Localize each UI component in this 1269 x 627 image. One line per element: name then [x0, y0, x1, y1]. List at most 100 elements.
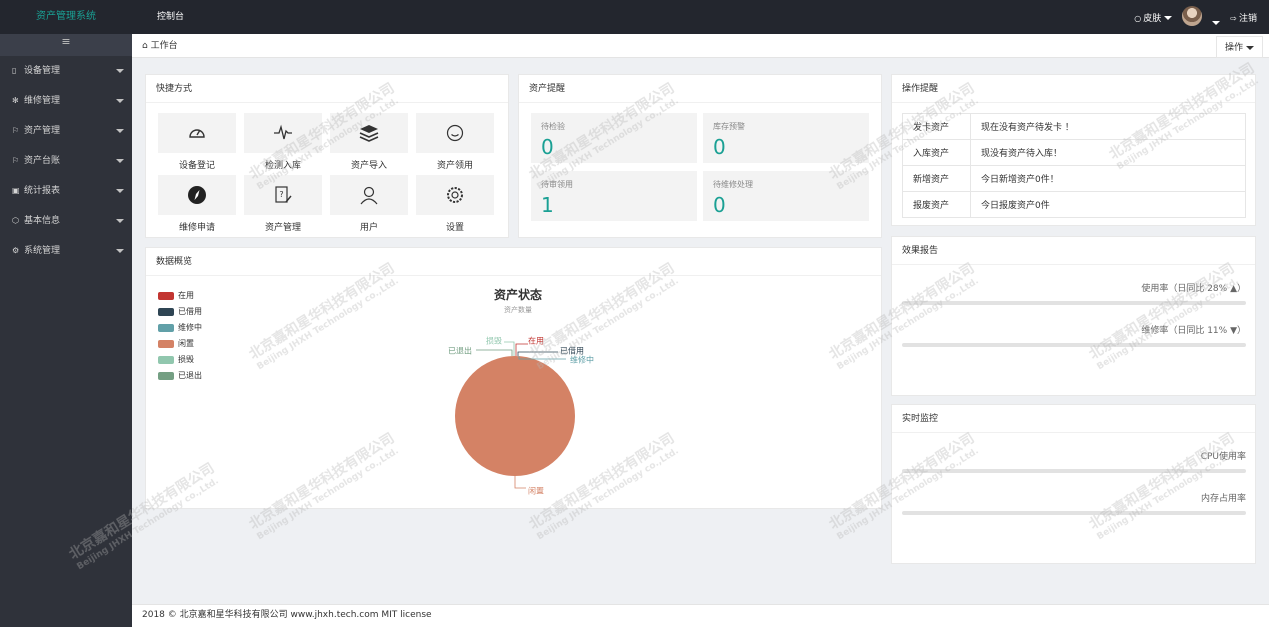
quick-label: 资产导入 — [350, 161, 387, 171]
row-key: 入库资产 — [902, 139, 971, 166]
top-bar: 资产管理系统 控制台 ○ 皮肤 ⇨ 注销 — [0, 0, 1269, 34]
repair-rate: 维修率（日同比 11% ▼） — [902, 323, 1246, 347]
chevron-down-icon — [116, 189, 124, 193]
table-row: 发卡资产 现在没有资产待发卡 ！ — [902, 113, 1246, 140]
quick-item-user[interactable]: 用户 — [330, 175, 410, 235]
operations-table: 发卡资产 现在没有资产待发卡 ！ 入库资产 现没有资产待入库！ 新增资产 今日新增资产… — [902, 113, 1246, 218]
usage-label: 使用率（日同比 28% ▲） — [1141, 284, 1246, 294]
label-leader-line — [476, 349, 513, 356]
chevron-down-icon — [116, 99, 124, 103]
quick-label: 资产领用 — [436, 161, 473, 171]
device-icon: ▯ — [12, 66, 17, 75]
row-key: 发卡资产 — [902, 113, 971, 140]
quick-box — [416, 113, 494, 153]
quick-item-import[interactable]: 资产导入 — [330, 113, 410, 173]
reminder-value: 0 — [713, 135, 726, 159]
label-leader-line — [504, 341, 515, 356]
tab-label: 工作台 — [150, 41, 178, 51]
sidebar-item-asset[interactable]: ⚐ 资产管理 — [0, 116, 132, 146]
flag-icon: ⚐ — [12, 126, 20, 135]
quick-box — [416, 175, 494, 215]
row-value: 现没有资产待入库！ — [970, 139, 1246, 166]
table-row: 新增资产 今日新增资产0件！ — [902, 165, 1246, 192]
sidebar-item-repair[interactable]: ✻ 维修管理 — [0, 86, 132, 116]
usage-bar — [902, 301, 1246, 305]
sidebar-item-info[interactable]: ⬡ 基本信息 — [0, 206, 132, 236]
quick-box — [330, 175, 408, 215]
skin-menu[interactable]: ○ 皮肤 — [1134, 11, 1173, 24]
footer: 2018 © 北京嘉和星华科技有限公司 www.jhxh.tech.com MI… — [132, 604, 1269, 627]
overview-panel: 数据概览 在用 已借用 维修中 闲置 损毁 已退出 资产状态 资产数量 在用 已借用 维修中损… — [145, 247, 882, 509]
reminder-pending-repair[interactable]: 待维修处理 0 — [703, 171, 869, 221]
settings-icon: ⚙ — [12, 246, 20, 255]
chevron-down-icon — [1164, 16, 1173, 20]
smile-icon — [446, 124, 464, 142]
sidebar-item-device[interactable]: ▯ 设备管理 — [0, 56, 132, 86]
info-icon: ⬡ — [12, 216, 19, 225]
reminder-stock-warning[interactable]: 库存预警 0 — [703, 113, 869, 163]
quick-item-settings[interactable]: 设置 — [416, 175, 496, 235]
data-label: 闲置 — [528, 487, 544, 496]
chevron-down-icon — [116, 129, 124, 133]
reminder-pending-inspect[interactable]: 待检验 0 — [531, 113, 697, 163]
sidebar-toggle[interactable]: ≡ — [0, 34, 132, 56]
cpu-label: CPU使用率 — [1200, 452, 1246, 462]
logout-label: 注销 — [1238, 13, 1257, 24]
nav-console[interactable]: 控制台 — [157, 0, 184, 34]
quick-box — [330, 113, 408, 153]
usage-rate: 使用率（日同比 28% ▲） — [902, 281, 1246, 305]
sidebar-item-system[interactable]: ⚙ 系统管理 — [0, 236, 132, 266]
layers-icon — [359, 125, 379, 142]
svg-text:?: ? — [279, 190, 283, 199]
reminder-value: 0 — [541, 135, 554, 159]
reminder-value: 0 — [713, 193, 726, 217]
sidebar-item-ledger[interactable]: ⚐ 资产台账 — [0, 146, 132, 176]
tab-workbench[interactable]: ⌂ 工作台 — [142, 34, 178, 58]
quick-box: ? — [244, 175, 322, 215]
label-leader-line — [514, 476, 526, 489]
quick-item-receive[interactable]: 资产领用 — [416, 113, 496, 173]
quick-label: 资产管理 — [264, 223, 301, 233]
edit-doc-icon: ? — [275, 186, 292, 203]
monitor-title: 实时监控 — [892, 405, 1255, 433]
sidebar-item-label: 设备管理 — [24, 66, 61, 76]
report-icon: ▣ — [12, 186, 20, 195]
quick-label: 设备登记 — [178, 161, 215, 171]
sidebar-item-report[interactable]: ▣ 统计报表 — [0, 176, 132, 206]
reminder-pending-receive[interactable]: 待审领用 1 — [531, 171, 697, 221]
row-value: 今日新增资产0件！ — [970, 165, 1246, 192]
quick-item-repair[interactable]: 维修申请 — [158, 175, 238, 235]
quick-label: 检测入库 — [264, 161, 301, 171]
tab-bar: ⌂ 工作台 操作 — [132, 34, 1269, 58]
pie-slice[interactable] — [455, 356, 575, 476]
quick-label: 用户 — [359, 223, 378, 233]
quick-item-inspect[interactable]: 检测入库 — [244, 113, 324, 173]
quick-item-register[interactable]: 设备登记 — [158, 113, 238, 173]
logout-link[interactable]: ⇨ 注销 — [1230, 11, 1257, 24]
ops-dropdown[interactable]: 操作 — [1215, 36, 1263, 58]
user-menu[interactable] — [1182, 5, 1221, 29]
gauge-icon — [189, 129, 205, 138]
table-row: 报废资产 今日报废资产0件 — [902, 191, 1246, 218]
ops-label: 操作 — [1224, 43, 1243, 53]
chevron-down-icon — [116, 159, 124, 163]
row-key: 新增资产 — [902, 165, 971, 192]
pulse-icon — [274, 124, 292, 140]
chevron-down-icon — [116, 69, 124, 73]
compass-icon — [188, 186, 206, 204]
quick-item-asset-manage[interactable]: ? 资产管理 — [244, 175, 324, 235]
data-label: 已退出 — [448, 346, 472, 356]
reminder-title: 资产提醒 — [519, 75, 881, 103]
avatar[interactable] — [1182, 5, 1203, 26]
effect-title: 效果报告 — [892, 237, 1255, 265]
app-title[interactable]: 资产管理系统 — [0, 0, 132, 34]
quick-box — [158, 113, 236, 153]
label-leader-line — [517, 351, 558, 356]
settings-icon — [447, 187, 463, 203]
gear-icon: ✻ — [12, 96, 19, 105]
reminder-label: 库存预警 — [713, 122, 745, 131]
sidebar-item-label: 维修管理 — [24, 96, 61, 106]
sidebar-item-label: 统计报表 — [24, 186, 61, 196]
effect-panel: 效果报告 使用率（日同比 28% ▲） 维修率（日同比 11% ▼） — [891, 236, 1256, 396]
repair-label: 维修率（日同比 11% ▼） — [1141, 326, 1246, 336]
